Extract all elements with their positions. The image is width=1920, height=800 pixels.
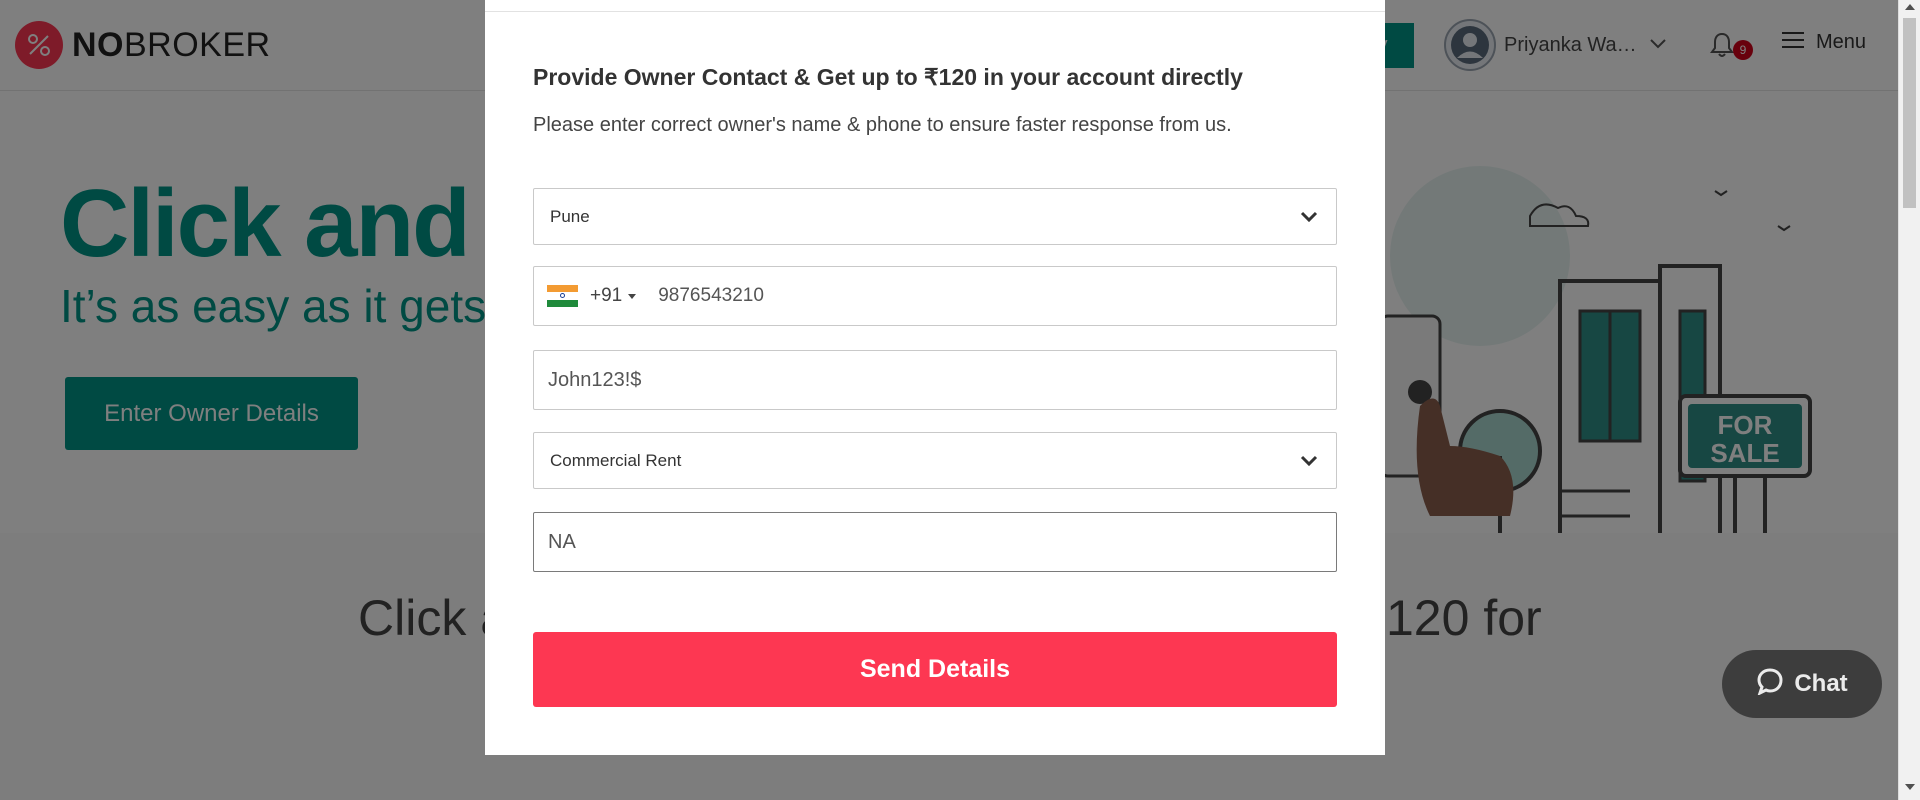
owner-name-value: John123!$: [548, 368, 642, 391]
owner-contact-modal: Provide Owner Contact & Get up to ₹120 i…: [485, 0, 1385, 755]
city-select-value: Pune: [550, 206, 590, 226]
modal-title: Provide Owner Contact & Get up to ₹120 i…: [533, 64, 1243, 90]
property-detail-input[interactable]: NA: [533, 512, 1337, 572]
page-scrollbar[interactable]: [1898, 0, 1920, 800]
caret-down-icon[interactable]: [628, 293, 637, 299]
scroll-up-arrow-icon[interactable]: [1905, 4, 1915, 10]
phone-input[interactable]: 9876543210: [658, 285, 764, 307]
phone-field[interactable]: +91 9876543210: [533, 266, 1337, 326]
property-detail-value: NA: [548, 530, 576, 553]
property-type-value: Commercial Rent: [550, 450, 682, 470]
modal-divider: [485, 11, 1385, 12]
chat-icon: [1756, 667, 1784, 702]
country-code[interactable]: +91: [590, 285, 622, 307]
send-details-button[interactable]: Send Details: [533, 632, 1337, 707]
chat-label: Chat: [1794, 670, 1848, 697]
chat-button[interactable]: Chat: [1722, 650, 1882, 718]
scroll-down-arrow-icon[interactable]: [1905, 784, 1915, 790]
scrollbar-thumb[interactable]: [1903, 18, 1916, 208]
property-type-select[interactable]: Commercial Rent: [533, 432, 1337, 489]
chevron-down-icon: [1300, 207, 1318, 227]
city-select[interactable]: Pune: [533, 188, 1337, 245]
owner-name-input[interactable]: John123!$: [533, 350, 1337, 410]
modal-subtitle: Please enter correct owner's name & phon…: [533, 114, 1232, 136]
chevron-down-icon: [1300, 451, 1318, 471]
india-flag-icon[interactable]: [547, 285, 578, 307]
